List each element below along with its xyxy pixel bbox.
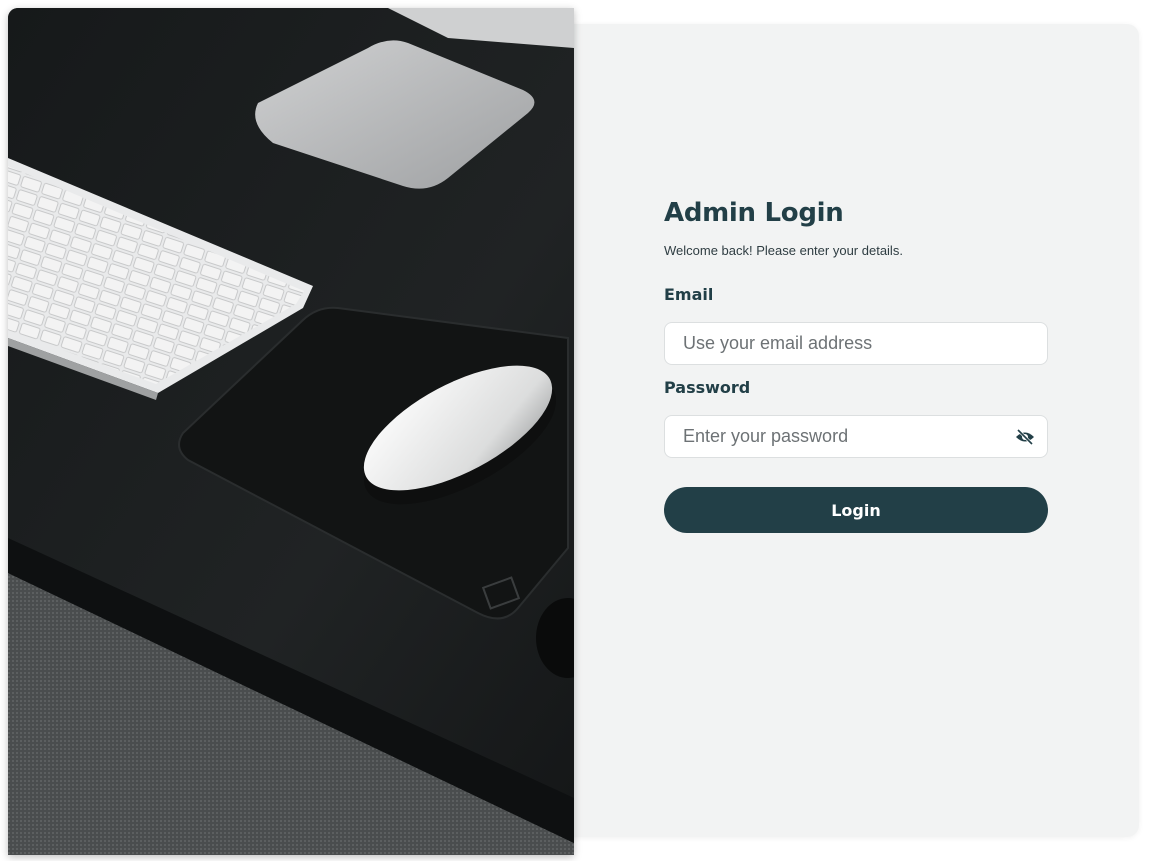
- login-subtitle: Welcome back! Please enter your details.: [664, 243, 903, 258]
- hero-photo: [8, 8, 574, 855]
- password-field-wrapper: [664, 415, 1048, 458]
- password-field[interactable]: [665, 416, 1047, 457]
- login-page: Admin Login Welcome back! Please enter y…: [0, 0, 1149, 861]
- login-form: Admin Login Welcome back! Please enter y…: [664, 194, 1048, 533]
- login-button[interactable]: Login: [664, 487, 1048, 533]
- email-field[interactable]: [665, 323, 1047, 364]
- page-title: Admin Login: [664, 198, 844, 228]
- eye-off-icon[interactable]: [1015, 428, 1035, 446]
- password-label: Password: [664, 378, 751, 397]
- email-field-wrapper: [664, 322, 1048, 365]
- email-label: Email: [664, 285, 714, 304]
